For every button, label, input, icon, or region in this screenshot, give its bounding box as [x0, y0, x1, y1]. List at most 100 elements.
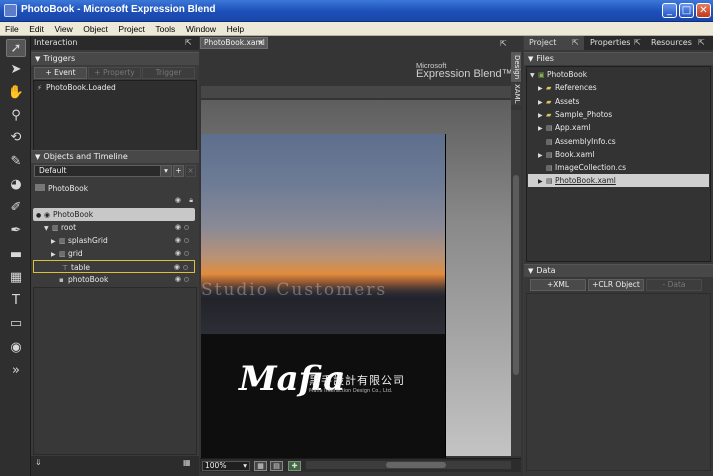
- objects-timeline-header[interactable]: ▼ Objects and Timeline: [31, 150, 199, 163]
- selection-tool-icon[interactable]: ➚: [6, 39, 26, 57]
- data-header[interactable]: ▼ Data: [524, 264, 713, 277]
- right-panel-tabs: Project ⇱ Properties ⇱ Resources ⇱: [524, 36, 713, 50]
- menu-object[interactable]: Object: [80, 22, 111, 36]
- interaction-tab[interactable]: Interaction: [31, 36, 199, 50]
- menu-project[interactable]: Project: [115, 22, 147, 36]
- add-xml-button[interactable]: +XML: [530, 279, 586, 291]
- file-icon: ▤: [546, 177, 553, 185]
- xaml-view-tab[interactable]: XAML: [511, 83, 521, 105]
- add-event-button[interactable]: + Event: [34, 67, 87, 79]
- element-icon: ▪: [59, 276, 64, 284]
- add-property-button[interactable]: + Property: [88, 67, 141, 79]
- menu-file[interactable]: File: [2, 22, 22, 36]
- paint-bucket-tool-icon[interactable]: ◕: [6, 176, 26, 194]
- tree-row-splashgrid[interactable]: ▶ ▥ splashGrid ◉: [51, 234, 195, 247]
- pin-icon[interactable]: ⇱: [634, 36, 641, 50]
- pin-icon[interactable]: ⇱: [698, 36, 705, 50]
- file-row-assets[interactable]: ▶ ▰ Assets: [538, 95, 579, 108]
- document-root[interactable]: PhotoBook: [35, 182, 88, 195]
- tree-row-grid[interactable]: ▶ ▥ grid ◉: [51, 247, 195, 260]
- asset-tool-icon[interactable]: ◉: [6, 339, 26, 357]
- pan-tool-icon[interactable]: ✋: [6, 84, 26, 102]
- menu-edit[interactable]: Edit: [26, 22, 47, 36]
- lock-dot-icon[interactable]: [184, 238, 189, 243]
- tree-row-table[interactable]: ⊤ table ◉: [33, 260, 195, 273]
- menu-tools[interactable]: Tools: [152, 22, 178, 36]
- close-button[interactable]: ✕: [696, 3, 711, 18]
- show-grid-icon[interactable]: ▦: [254, 461, 267, 471]
- lock-dot-icon[interactable]: [184, 225, 189, 230]
- rectangle-tool-icon[interactable]: ▬: [6, 246, 26, 264]
- eyedropper-tool-icon[interactable]: ✎: [6, 153, 26, 171]
- interaction-panel: Interaction ⇱ ▼ Triggers + Event + Proper…: [31, 36, 199, 476]
- camera-orbit-tool-icon[interactable]: ⟲: [6, 129, 26, 147]
- collapse-triangle-icon: ▼: [528, 267, 534, 275]
- grid-tool-icon[interactable]: ▦: [6, 269, 26, 287]
- trigger-item[interactable]: ⚡ PhotoBook.Loaded: [37, 81, 116, 94]
- snap-grid-icon[interactable]: ▤: [270, 461, 283, 471]
- close-tab-icon[interactable]: ×: [258, 38, 264, 48]
- eye-icon[interactable]: ◉: [175, 247, 181, 260]
- menu-help[interactable]: Help: [224, 22, 247, 36]
- artboard[interactable]: Studio Customers Mafia 黑手設計有限公司 Mafia In…: [201, 134, 446, 459]
- vertical-scrollbar[interactable]: [511, 110, 521, 456]
- company-name-cn: 黑手設計有限公司: [309, 374, 405, 387]
- pin-icon[interactable]: ⇱: [572, 36, 579, 50]
- eye-icon[interactable]: ◉: [175, 273, 181, 286]
- files-header[interactable]: ▼ Files: [524, 52, 713, 65]
- file-row-photobook-xaml[interactable]: ▶ ▤ PhotoBook.xaml: [528, 174, 709, 187]
- maximize-button[interactable]: □: [679, 3, 694, 18]
- lock-dot-icon[interactable]: [184, 251, 189, 256]
- trigger-button[interactable]: Trigger: [142, 67, 195, 79]
- add-clr-object-button[interactable]: +CLR Object: [588, 279, 644, 291]
- zoom-select[interactable]: 100% ▾: [202, 461, 250, 471]
- move-down-icon[interactable]: ⇓: [35, 458, 42, 467]
- app-icon: [4, 4, 17, 17]
- tree-row-photobook-child[interactable]: ▪ photoBook ◉: [59, 273, 195, 286]
- file-row-book-xaml[interactable]: ▶ ▤ Book.xaml: [538, 148, 594, 161]
- control-tool-icon[interactable]: ▭: [6, 315, 26, 333]
- snap-lines-icon[interactable]: ✚: [288, 461, 301, 471]
- pen-tool-icon[interactable]: ✒: [6, 222, 26, 240]
- pin-icon[interactable]: ⇱: [500, 39, 507, 48]
- grid-view-icon[interactable]: ▦: [183, 458, 191, 467]
- more-tools-icon[interactable]: »: [6, 362, 26, 380]
- close-timeline-button[interactable]: ×: [185, 165, 196, 177]
- remove-data-button[interactable]: - Data: [646, 279, 702, 291]
- eye-icon[interactable]: ◉: [175, 221, 181, 234]
- timeline-select[interactable]: Default: [34, 165, 172, 177]
- minimize-button[interactable]: _: [662, 3, 677, 18]
- horizontal-scroll-thumb[interactable]: [386, 462, 446, 468]
- resources-tab[interactable]: Resources: [651, 36, 692, 50]
- add-timeline-button[interactable]: +: [173, 165, 184, 177]
- menu-window[interactable]: Window: [183, 22, 219, 36]
- lock-dot-icon[interactable]: [183, 265, 188, 270]
- zoom-tool-icon[interactable]: ⚲: [6, 107, 26, 125]
- brush-tool-icon[interactable]: ✐: [6, 199, 26, 217]
- file-row-assemblyinfo[interactable]: ▤ AssemblyInfo.cs: [546, 135, 616, 148]
- file-row-references[interactable]: ▶ ▰ References: [538, 81, 597, 94]
- eye-icon[interactable]: ◉: [175, 234, 181, 247]
- text-tool-icon[interactable]: T: [6, 292, 26, 310]
- eye-icon[interactable]: ◉: [175, 196, 181, 204]
- file-row-app-xaml[interactable]: ▶ ▤ App.xaml: [538, 121, 590, 134]
- pin-icon[interactable]: ⇱: [185, 38, 192, 47]
- design-view-tab[interactable]: Design: [511, 52, 521, 82]
- tree-row-photobook[interactable]: ● ◉ PhotoBook: [33, 208, 195, 221]
- chevron-down-icon[interactable]: ▾: [160, 165, 172, 177]
- file-row-imagecollection[interactable]: ▤ ImageCollection.cs: [546, 161, 626, 174]
- file-row-photobook[interactable]: ▼ ▣ PhotoBook: [530, 68, 587, 81]
- lock-dot-icon[interactable]: [184, 277, 189, 282]
- direct-selection-tool-icon[interactable]: ➤: [6, 61, 26, 79]
- vertical-scroll-thumb[interactable]: [513, 175, 519, 375]
- document-tab[interactable]: PhotoBook.xaml ×: [200, 37, 268, 49]
- horizontal-scrollbar[interactable]: [306, 461, 511, 469]
- chevron-down-icon: ▾: [243, 461, 247, 470]
- file-icon: ▤: [546, 124, 553, 132]
- lock-icon[interactable]: 🔒︎: [189, 196, 193, 205]
- triggers-header[interactable]: ▼ Triggers: [31, 52, 199, 65]
- tree-row-root[interactable]: ▼ ▥ root ◉: [44, 221, 195, 234]
- properties-tab[interactable]: Properties: [590, 36, 630, 50]
- file-row-sample-photos[interactable]: ▶ ▰ Sample_Photos: [538, 108, 612, 121]
- menu-view[interactable]: View: [51, 22, 75, 36]
